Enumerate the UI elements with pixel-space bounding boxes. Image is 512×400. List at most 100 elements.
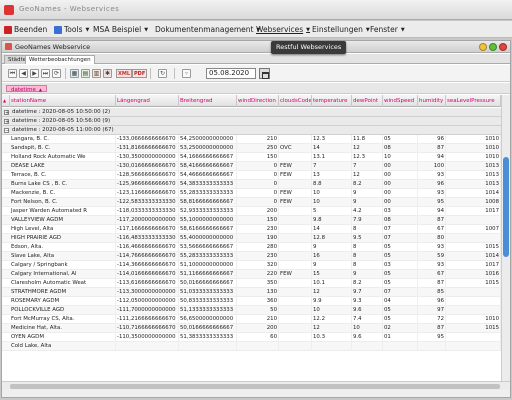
header-windspeed[interactable]: windSpeed (383, 95, 418, 107)
chevron-down-icon: ▼ (85, 26, 90, 33)
inner-window-title: GeoNames Webservice (15, 43, 91, 51)
cell-dewpoint: 9.7 (352, 288, 383, 297)
table-row[interactable]: Edson, Alta. -116,4666666666670 53,5666666… (2, 243, 501, 252)
cell-temperature: 10.1 (312, 279, 352, 288)
group-row[interactable]: + datetime : 2020-08-05 10:50:00 (2) (2, 108, 501, 117)
cell-breitengrad: 55,2833333333333 (179, 252, 237, 261)
minimize-button[interactable] (479, 43, 487, 51)
cell-sealevelpressure: 1015 (446, 279, 501, 288)
header-breitengrad[interactable]: Breitengrad (179, 95, 237, 107)
expand-icon[interactable]: + (4, 119, 9, 125)
cell-breitengrad: 58,8166666666667 (179, 198, 237, 207)
header-sealevelpressure[interactable]: seaLevelPressure (446, 95, 501, 107)
cell-laengengrad: -114,3666666666670 (116, 261, 179, 270)
header-cloudscode[interactable]: cloudsCode (279, 95, 312, 107)
cell-humidity: 87 (418, 324, 446, 333)
table-row[interactable]: Calgary International, Al -114,0166666666… (2, 270, 501, 279)
cell-temperature: 7 (312, 162, 352, 171)
xml-export-button[interactable]: XML (116, 69, 133, 78)
group-chip-datetime[interactable]: datetime ▲ (6, 85, 47, 93)
maximize-button[interactable] (489, 43, 497, 51)
cell-humidity: 100 (418, 162, 446, 171)
table-row[interactable]: DEASE LAKE -130,0166666666670 58,416666666… (2, 162, 501, 171)
cell-humidity: 95 (418, 198, 446, 207)
export-icon[interactable]: ▦ (70, 69, 79, 78)
pdf-export-button[interactable]: PDF (132, 69, 148, 78)
table-row[interactable]: Slave Lake, Alta -114,7666666666670 55,283… (2, 252, 501, 261)
table-row[interactable]: Langara, B. C. -133,0666666666670 54,25000… (2, 135, 501, 144)
table-row[interactable]: Holland Rock Automatic We -130,3500000000… (2, 153, 501, 162)
settings-icon[interactable]: ✱ (103, 69, 112, 78)
prev-page-icon[interactable]: ◀ (19, 69, 28, 78)
collapse-icon[interactable]: − (4, 128, 9, 134)
table-row[interactable]: Mackenzie, B. C. -123,1166666666670 55,283… (2, 189, 501, 198)
table-row[interactable]: Claresholm Automatic Weat -113,6166666666… (2, 279, 501, 288)
date-input[interactable]: 05.08.2020 (206, 68, 256, 79)
cell-winddirection: 150 (237, 153, 279, 162)
table-row[interactable]: Medicine Hat, Alta. -110,7166666666670 50,… (2, 324, 501, 333)
menu-msa-label: MSA Beispiel (93, 25, 142, 34)
header-winddirection[interactable]: windDirection (237, 95, 279, 107)
calendar-icon[interactable] (259, 68, 270, 79)
cell-sealevelpressure: 1013 (446, 162, 501, 171)
excel-icon[interactable]: ▤ (81, 69, 90, 78)
table-row[interactable]: Burns Lake CS , B. C. -125,9666666666670 5… (2, 180, 501, 189)
header-expand-column: ▲ (2, 95, 10, 107)
header-laengengrad[interactable]: Längengrad (116, 95, 179, 107)
table-row[interactable]: Terrace, B. C. -128,5666666666670 54,46666… (2, 171, 501, 180)
table-row[interactable]: Jasper Warden Automated R -118,0333333333… (2, 207, 501, 216)
menu-einstellungen-label: Einstellungen (312, 25, 363, 34)
table-row[interactable]: Fort Nelson, B. C. -122,5833333333330 58,8… (2, 198, 501, 207)
table-row[interactable]: POLLOCKVILLE AGD -111,7000000000000 51,133… (2, 306, 501, 315)
cell-stationname: Fort Nelson, B. C. (10, 198, 116, 207)
table-row[interactable]: Cold Lake, Alta (2, 342, 501, 351)
header-humidity[interactable]: humidity (418, 95, 446, 107)
menu-beenden[interactable]: Beenden (4, 24, 47, 35)
tab-wetterbeobachtungen[interactable]: Wetterbeobachtungen (25, 55, 95, 64)
header-dewpoint[interactable]: dewPoint (352, 95, 383, 107)
menu-fenster[interactable]: Fenster ▼ (370, 24, 405, 35)
cell-sealevelpressure: 1015 (446, 243, 501, 252)
last-page-icon[interactable]: ⏭ (41, 69, 50, 78)
menu-tools[interactable]: Tools ▼ (54, 24, 89, 35)
menu-msa-beispiel[interactable]: MSA Beispiel ▼ (93, 24, 148, 35)
cell-windspeed: 08 (383, 144, 418, 153)
vertical-scroll-thumb[interactable] (503, 157, 509, 257)
table-row[interactable]: OYEN AGDM -110,3500000000000 51,3833333333… (2, 333, 501, 342)
horizontal-scroll-thumb[interactable] (10, 384, 500, 389)
refresh-icon[interactable]: ↻ (158, 69, 167, 78)
cell-windspeed: 00 (383, 162, 418, 171)
cell-stationname: Slave Lake, Alta (10, 252, 116, 261)
next-page-icon[interactable]: ▶ (30, 69, 39, 78)
menu-webservices[interactable]: Webservices ▼ (256, 24, 310, 35)
cell-dewpoint: 11.8 (352, 135, 383, 144)
vertical-scrollbar[interactable] (501, 95, 510, 381)
group-row[interactable]: − datetime : 2020-08-05 11:00:00 (67) (2, 126, 501, 135)
expand-icon[interactable]: + (4, 110, 9, 116)
horizontal-scrollbar[interactable] (2, 381, 510, 390)
table-row[interactable]: Sandspit, B. C. -131,8166666666670 53,2500… (2, 144, 501, 153)
header-temperature[interactable]: temperature (312, 95, 352, 107)
close-button[interactable] (499, 43, 507, 51)
group-row[interactable]: + datetime : 2020-08-05 10:56:00 (9) (2, 117, 501, 126)
table-row[interactable]: HIGH PRAIRIE AGD -116,4833333333330 55,400… (2, 234, 501, 243)
table-row[interactable]: Calgary / Springbank -114,3666666666670 51… (2, 261, 501, 270)
cell-sealevelpressure: 1017 (446, 207, 501, 216)
cell-humidity: 93 (418, 243, 446, 252)
table-row[interactable]: ROSEMARY AGDM -112,0500000000000 50,833333… (2, 297, 501, 306)
cell-dewpoint: 9 (352, 189, 383, 198)
filter-icon[interactable]: ▿ (182, 69, 191, 78)
cell-dewpoint: 8.2 (352, 180, 383, 189)
window-icon (5, 43, 12, 50)
table-row[interactable]: VALLEYVIEW AGDM -117,2000000000000 55,1000… (2, 216, 501, 225)
menu-dokumentenmanagement[interactable]: Dokumentenmanagement ▼ (155, 24, 260, 35)
menu-einstellungen[interactable]: Einstellungen ▼ (312, 24, 370, 35)
refresh-small-icon[interactable]: ⟳ (52, 69, 61, 78)
header-stationname[interactable]: stationName (10, 95, 116, 107)
first-page-icon[interactable]: ⏮ (8, 69, 17, 78)
cell-temperature: 12 (312, 324, 352, 333)
table-row[interactable]: High Level, Alta -117,1666666666670 58,616… (2, 225, 501, 234)
table-row[interactable]: STRATHMORE AGDM -113,3000000000000 51,0333… (2, 288, 501, 297)
table-row[interactable]: Fort McMurray CS, Alta. -111,216666666667… (2, 315, 501, 324)
csv-icon[interactable]: ▥ (92, 69, 101, 78)
